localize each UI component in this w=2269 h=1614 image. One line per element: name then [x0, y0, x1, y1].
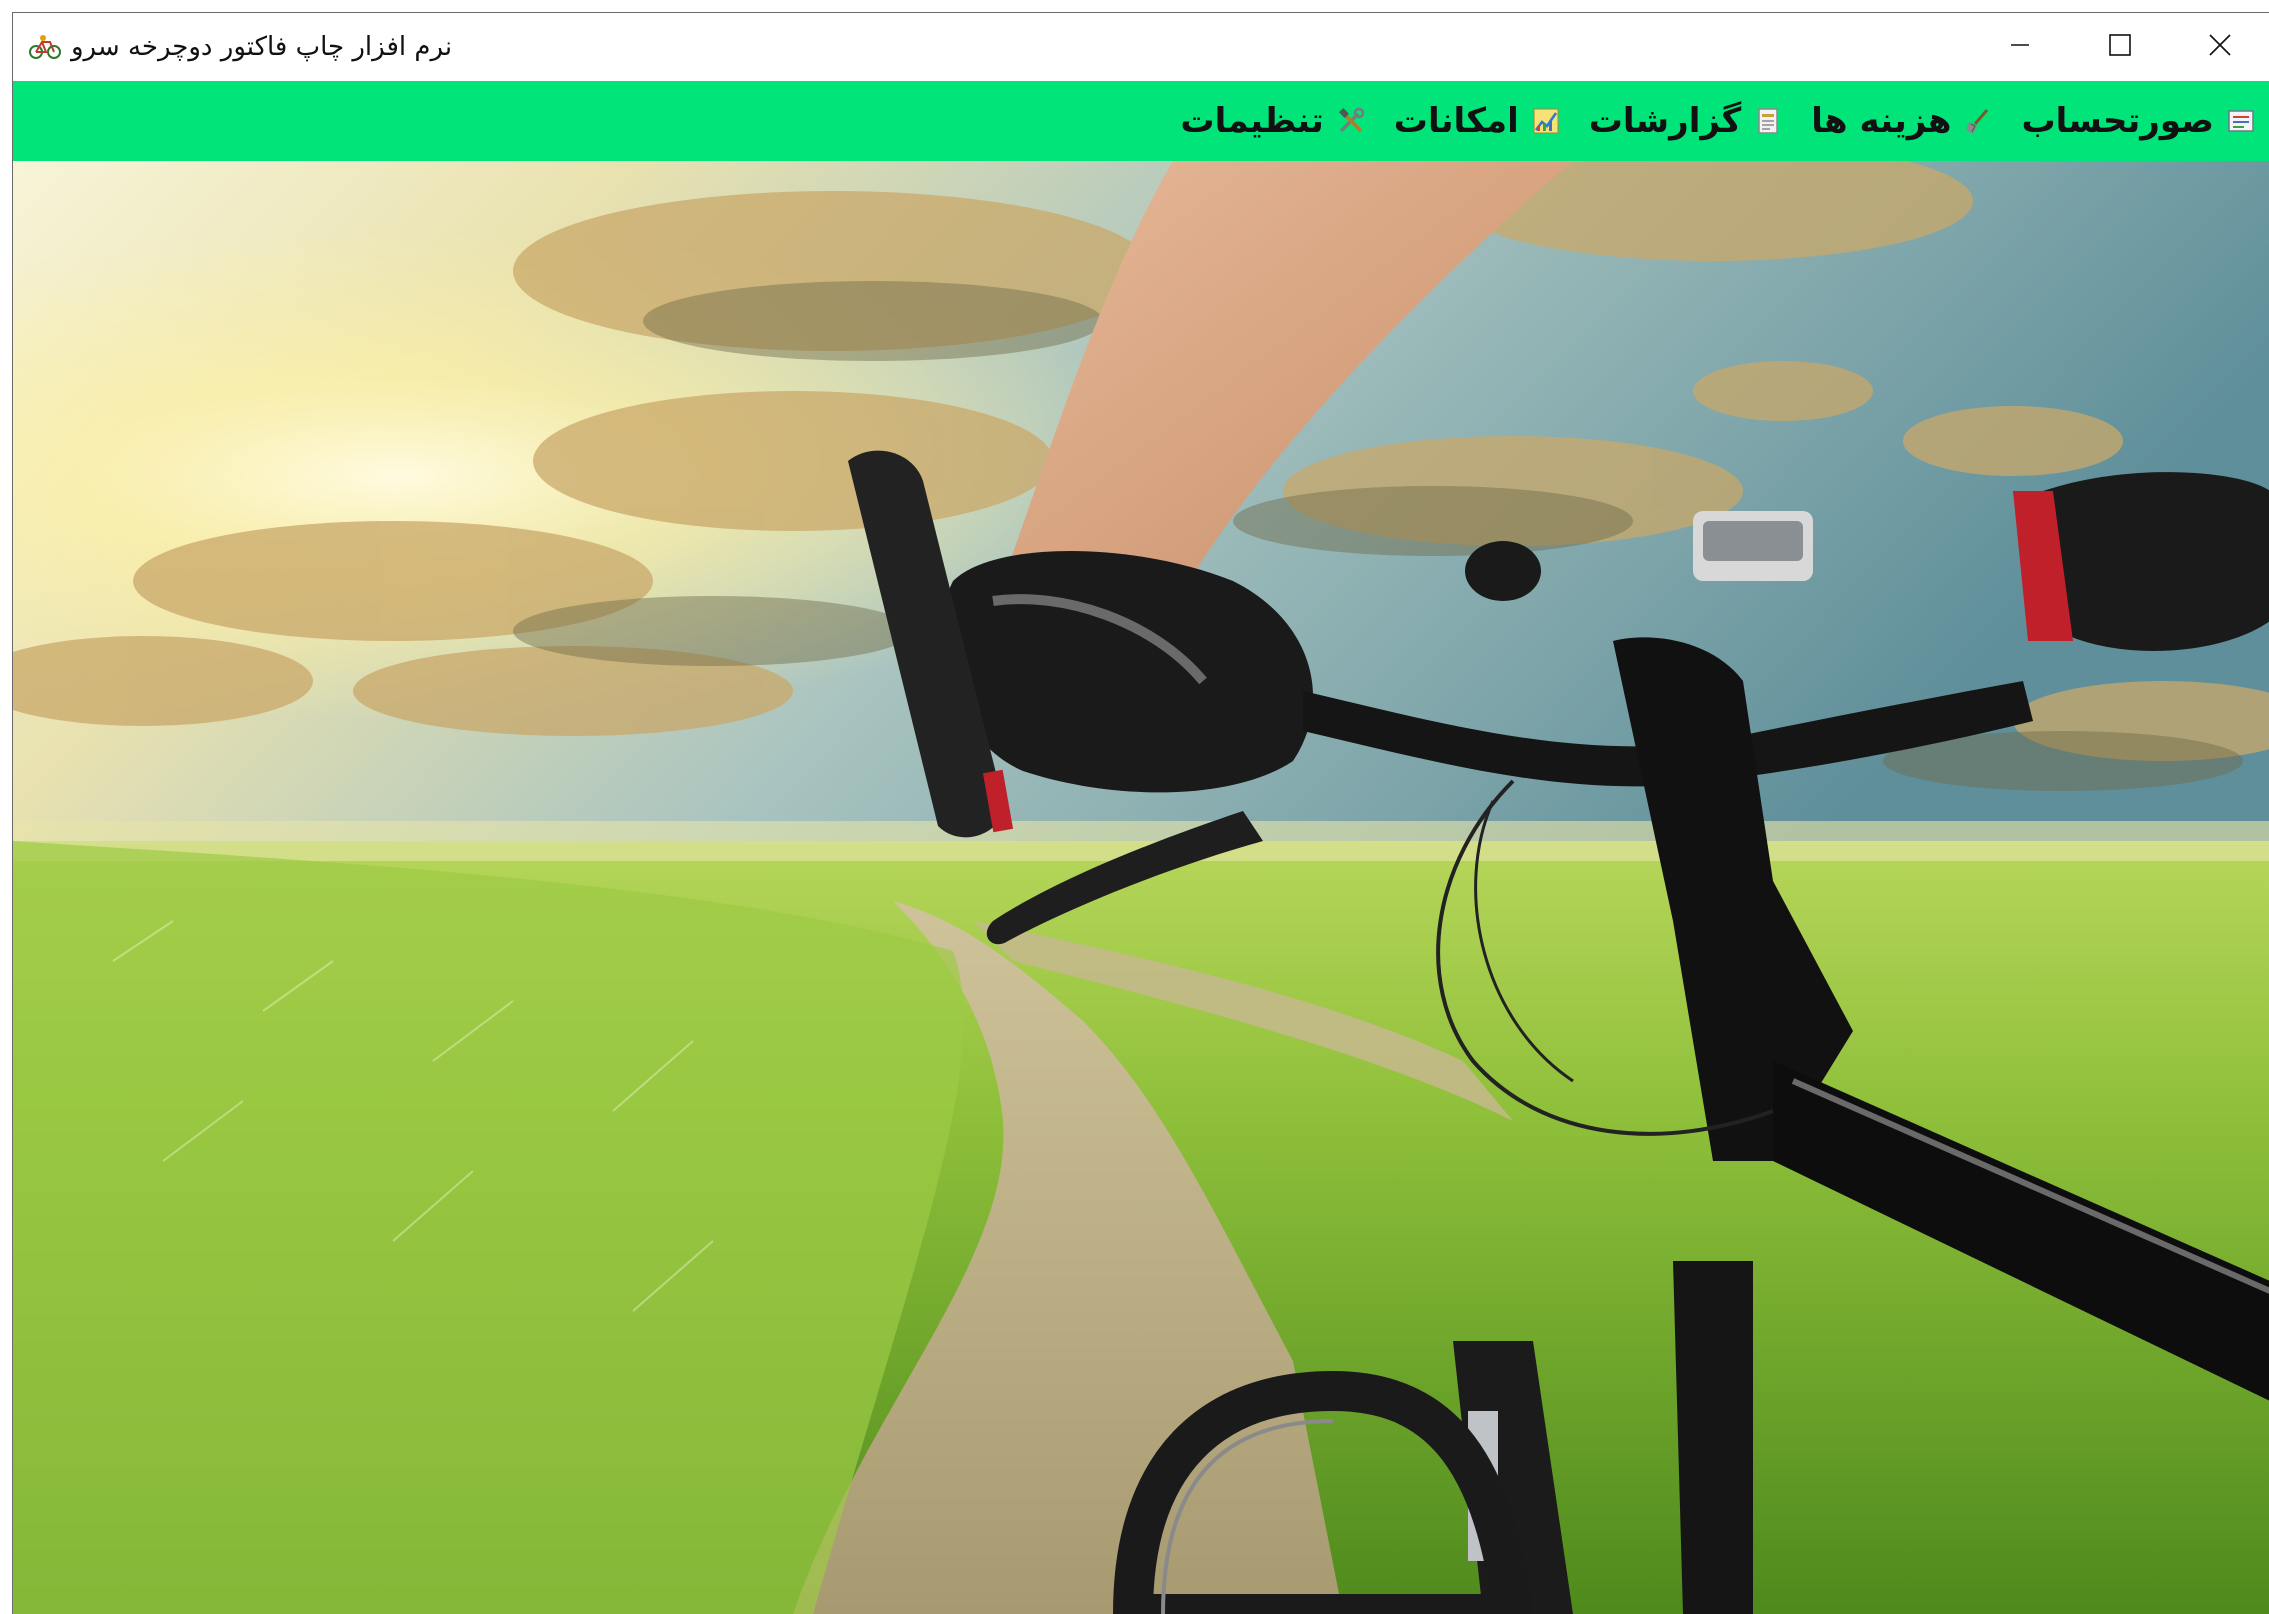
bicycle-icon — [29, 34, 61, 60]
menu-item-expenses[interactable]: هزینه ها — [1797, 81, 2007, 161]
menu-label-features: امکانات — [1393, 101, 1519, 141]
menu-item-settings[interactable]: تنظیمات — [1166, 81, 1379, 161]
maximize-button[interactable] — [2070, 13, 2170, 81]
menu-label-invoice: صورتحساب — [2021, 101, 2214, 141]
chart-icon — [1531, 106, 1561, 136]
invoice-icon — [2226, 106, 2256, 136]
broom-icon — [1963, 106, 1993, 136]
menu-bar: صورتحساب هزینه ها گزارشات امکانات تنظیما… — [13, 81, 2269, 161]
menu-item-reports[interactable]: گزارشات — [1575, 81, 1798, 161]
close-icon — [2208, 33, 2232, 61]
minimize-button[interactable] — [1970, 13, 2070, 81]
title-bar[interactable]: نرم افزار چاپ فاکتور دوچرخه سرو — [13, 13, 2269, 81]
minimize-icon — [2009, 34, 2031, 60]
window-controls — [1970, 13, 2269, 81]
cyclist-landscape-picture — [13, 161, 2269, 1614]
menu-label-expenses: هزینه ها — [1811, 101, 1952, 141]
menu-label-reports: گزارشات — [1588, 101, 1742, 141]
tools-icon — [1336, 106, 1366, 136]
maximize-icon — [2108, 33, 2132, 61]
menu-label-settings: تنظیمات — [1180, 101, 1324, 141]
background-image — [13, 161, 2269, 1614]
app-window: نرم افزار چاپ فاکتور دوچرخه سرو صورتحساب… — [12, 12, 2269, 1614]
close-button[interactable] — [2170, 13, 2269, 81]
window-title: نرم افزار چاپ فاکتور دوچرخه سرو — [71, 32, 453, 62]
menu-item-features[interactable]: امکانات — [1380, 81, 1575, 161]
menu-item-invoice[interactable]: صورتحساب — [2007, 81, 2269, 161]
report-icon — [1753, 106, 1783, 136]
title-area: نرم افزار چاپ فاکتور دوچرخه سرو — [29, 13, 452, 81]
